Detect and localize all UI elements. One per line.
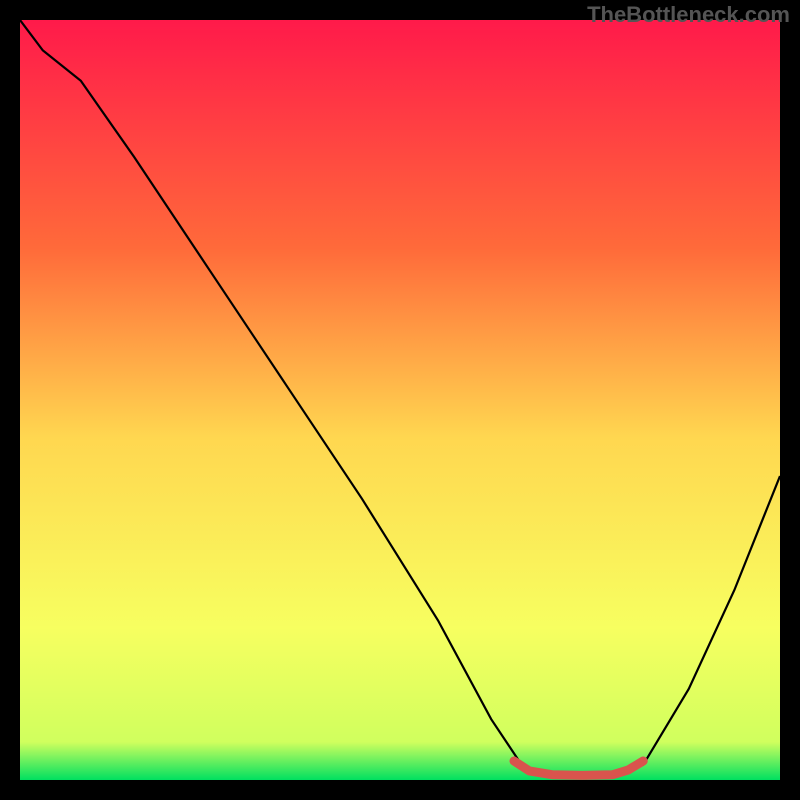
gradient-background [20, 20, 780, 780]
chart-svg [20, 20, 780, 780]
watermark-text: TheBottleneck.com [587, 2, 790, 28]
bottleneck-chart [20, 20, 780, 780]
